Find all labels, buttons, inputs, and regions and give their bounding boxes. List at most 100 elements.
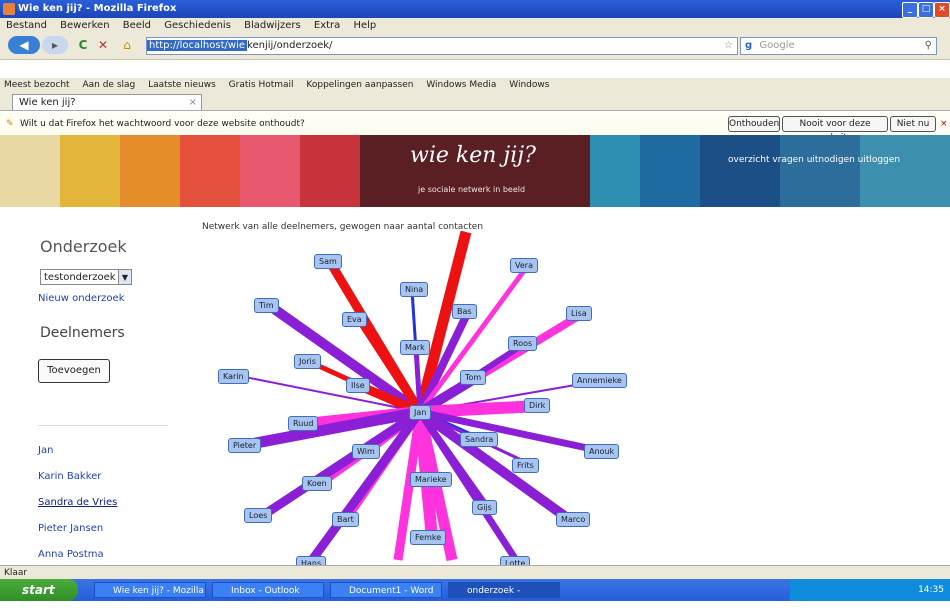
graph-node[interactable]: Gijs bbox=[472, 500, 497, 515]
graph-node[interactable]: Frits bbox=[512, 458, 539, 473]
graph-node[interactable]: Pieter bbox=[228, 438, 262, 453]
graph-node[interactable]: Lisa bbox=[566, 306, 592, 321]
banner-stripe bbox=[780, 135, 860, 207]
site-logo[interactable]: wie ken jij? bbox=[410, 143, 536, 168]
taskbar-item-active[interactable]: onderzoek - Verkenner bbox=[448, 582, 560, 612]
banner-stripe bbox=[240, 135, 300, 207]
graph-node[interactable]: Nina bbox=[400, 282, 429, 297]
participant-link[interactable]: Karin Bakker bbox=[38, 471, 101, 482]
bookmark-item[interactable]: Meest bezocht bbox=[4, 80, 70, 90]
navigation-toolbar: ◀ ▸ C ✕ ⌂ http://localhost/wie kenjij/ond… bbox=[0, 33, 950, 60]
close-button[interactable]: × bbox=[934, 2, 950, 18]
graph-node[interactable]: Marco bbox=[556, 512, 591, 527]
status-text: Klaar bbox=[4, 568, 28, 578]
start-button[interactable]: start bbox=[0, 579, 78, 601]
tab-active[interactable]: Wie ken jij? × bbox=[12, 94, 202, 110]
graph-node[interactable]: Tim bbox=[254, 298, 279, 313]
graph-node[interactable]: Sandra bbox=[460, 432, 499, 447]
graph-node[interactable]: Marieke bbox=[410, 472, 452, 487]
graph-node[interactable]: Mark bbox=[400, 340, 430, 355]
menu-item[interactable]: Bestand bbox=[6, 20, 47, 31]
graph-node[interactable]: Vera bbox=[510, 258, 538, 273]
top-navigation[interactable]: overzicht vragen uitnodigen uitloggen bbox=[728, 155, 900, 165]
url-bar[interactable]: http://localhost/wie kenjij/onderzoek/ ☆ bbox=[146, 37, 738, 55]
forward-button[interactable]: ▸ bbox=[42, 36, 68, 54]
graph-node[interactable]: Roos bbox=[508, 336, 538, 351]
maximize-button[interactable]: □ bbox=[918, 2, 934, 18]
graph-node[interactable]: Joris bbox=[294, 354, 321, 369]
system-tray: 14:35 bbox=[790, 579, 950, 601]
chevron-down-icon: ▼ bbox=[118, 270, 131, 284]
add-button[interactable]: Toevoegen bbox=[38, 359, 110, 383]
participant-link[interactable]: Jan bbox=[38, 445, 53, 456]
stop-icon[interactable]: ✕ bbox=[94, 36, 112, 54]
new-research-link[interactable]: Nieuw onderzoek bbox=[38, 293, 124, 304]
bookmark-item[interactable]: Windows Media bbox=[426, 80, 496, 90]
menu-item[interactable]: Beeld bbox=[123, 20, 151, 31]
reload-icon[interactable]: C bbox=[74, 36, 92, 54]
graph-edge bbox=[419, 400, 541, 418]
participant-link[interactable]: Anna Postma bbox=[38, 549, 104, 560]
never-for-site-button[interactable]: Nooit voor deze website bbox=[782, 116, 888, 143]
bookmark-item[interactable]: Koppelingen aanpassen bbox=[306, 80, 413, 90]
graph-node[interactable]: Wim bbox=[352, 444, 380, 459]
bookmark-star-icon[interactable]: ☆ bbox=[724, 38, 733, 54]
taskbar-item[interactable]: Inbox - Outlook bbox=[212, 582, 324, 598]
graph-node[interactable]: Tom bbox=[460, 370, 487, 385]
banner-stripe bbox=[590, 135, 640, 207]
menu-item[interactable]: Geschiedenis bbox=[164, 20, 231, 31]
graph-node[interactable]: Sam bbox=[314, 254, 342, 269]
tab-close-icon[interactable]: × bbox=[189, 95, 197, 111]
bookmarks-toolbar: Meest bezocht Aan de slag Laatste nieuws… bbox=[0, 78, 950, 92]
minimize-button[interactable]: _ bbox=[902, 2, 918, 18]
sidebar-divider bbox=[38, 425, 168, 426]
window-title-bar: Wie ken jij? - Mozilla Firefox _ □ × bbox=[0, 0, 950, 18]
menu-item[interactable]: Bladwijzers bbox=[244, 20, 301, 31]
research-select-value: testonderzoek bbox=[44, 272, 116, 283]
bookmark-item[interactable]: Aan de slag bbox=[82, 80, 135, 90]
banner-stripe bbox=[860, 135, 950, 207]
banner-stripe bbox=[180, 135, 240, 207]
participant-link[interactable]: Pieter Jansen bbox=[38, 523, 103, 534]
graph-node-center[interactable]: Jan bbox=[409, 405, 432, 420]
taskbar: start Wie ken jij? - Mozilla Inbox - Out… bbox=[0, 579, 950, 612]
banner-stripe bbox=[640, 135, 700, 207]
banner-stripe bbox=[0, 135, 60, 207]
taskbar-item[interactable]: Wie ken jij? - Mozilla bbox=[94, 582, 206, 598]
graph-node[interactable]: Femke bbox=[410, 530, 447, 545]
sidebar: Onderzoek testonderzoek ▼ Nieuw onderzoe… bbox=[0, 207, 185, 565]
window-title: Wie ken jij? - Mozilla Firefox bbox=[18, 3, 177, 14]
graph-node[interactable]: Ruud bbox=[288, 416, 319, 431]
bookmark-item[interactable]: Windows bbox=[509, 80, 549, 90]
participants-heading: Deelnemers bbox=[40, 325, 125, 341]
tab-title: Wie ken jij? bbox=[19, 97, 76, 108]
graph-node[interactable]: Ilse bbox=[346, 378, 370, 393]
banner-stripe bbox=[700, 135, 780, 207]
graph-node[interactable]: Bart bbox=[332, 512, 359, 527]
back-button[interactable]: ◀ bbox=[8, 36, 40, 54]
graph-node[interactable]: Koen bbox=[302, 476, 332, 491]
graph-node[interactable]: Annemieke bbox=[572, 373, 627, 388]
taskbar-item[interactable]: Document1 - Word bbox=[330, 582, 442, 598]
bookmark-item[interactable]: Laatste nieuws bbox=[148, 80, 216, 90]
home-icon[interactable]: ⌂ bbox=[116, 36, 138, 54]
graph-node[interactable]: Loes bbox=[244, 508, 273, 523]
not-now-button[interactable]: Niet nu bbox=[890, 116, 936, 132]
graph-node[interactable]: Dirk bbox=[524, 398, 551, 413]
url-selected-text: http://localhost/wie bbox=[147, 40, 248, 51]
banner-stripe bbox=[300, 135, 360, 207]
graph-node[interactable]: Karin bbox=[218, 369, 249, 384]
participant-link-active[interactable]: Sandra de Vries bbox=[38, 497, 117, 508]
remember-button[interactable]: Onthouden bbox=[728, 116, 780, 132]
graph-node[interactable]: Eva bbox=[342, 312, 367, 327]
menu-item[interactable]: Help bbox=[353, 20, 376, 31]
search-icon[interactable]: ⚲ bbox=[925, 38, 932, 54]
menu-item[interactable]: Extra bbox=[314, 20, 340, 31]
notification-close-icon[interactable]: × bbox=[940, 113, 948, 135]
search-field[interactable]: g Google ⚲ bbox=[740, 37, 937, 55]
graph-node[interactable]: Anouk bbox=[584, 444, 620, 459]
bookmark-item[interactable]: Gratis Hotmail bbox=[229, 80, 294, 90]
menu-item[interactable]: Bewerken bbox=[60, 20, 109, 31]
research-select[interactable]: testonderzoek ▼ bbox=[40, 269, 132, 285]
graph-node[interactable]: Bas bbox=[452, 304, 477, 319]
